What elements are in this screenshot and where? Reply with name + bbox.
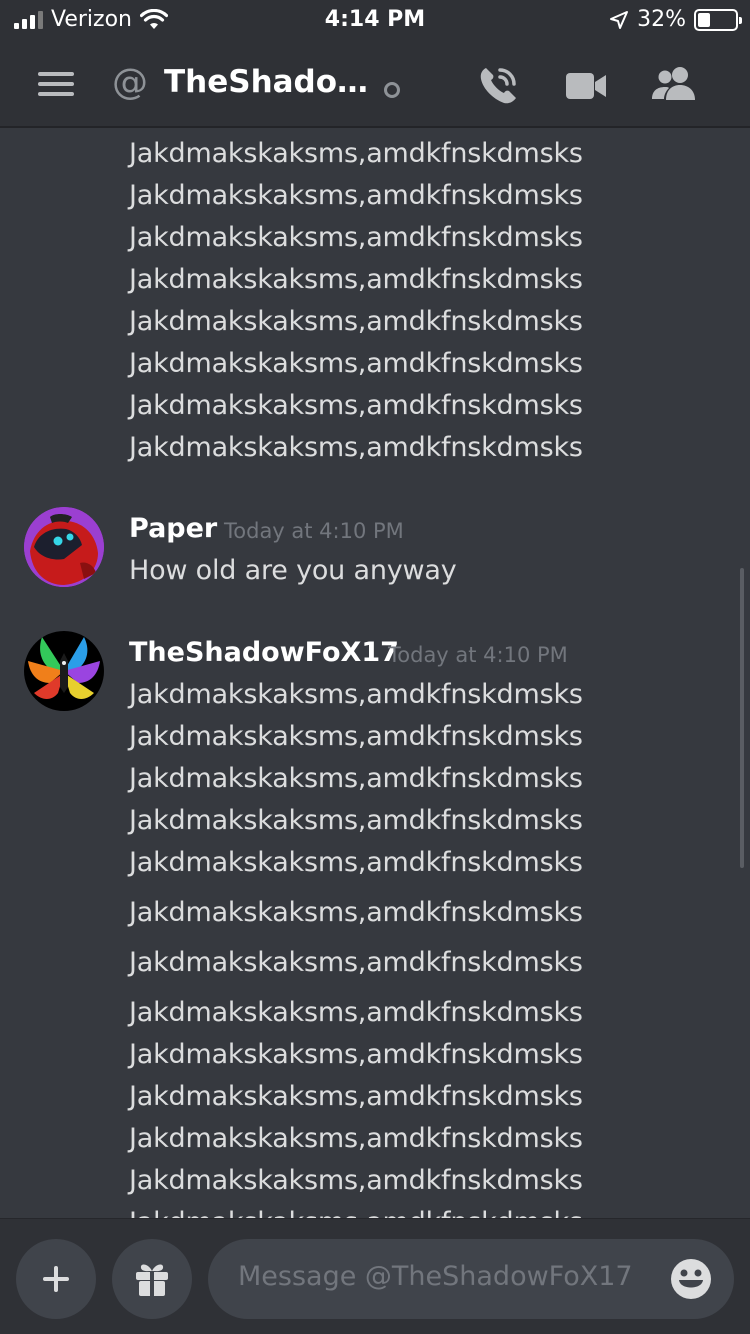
author-name[interactable]: TheShadowFoX17 — [129, 637, 399, 668]
battery-percent: 32% — [637, 7, 686, 32]
message-line: Jakdmakskaksms,amdkfnskdmsks — [129, 306, 583, 337]
author-name[interactable]: Paper — [129, 513, 217, 544]
message-input[interactable]: Message @TheShadowFoX17 — [208, 1239, 734, 1319]
composer-bar: Message @TheShadowFoX17 — [0, 1218, 750, 1334]
avatar-paper[interactable] — [24, 507, 104, 587]
message-line: Jakdmakskaksms,amdkfnskdmsks — [129, 847, 583, 878]
gift-button[interactable] — [112, 1239, 192, 1319]
message-line: Jakdmakskaksms,amdkfnskdmsks — [129, 997, 583, 1028]
message-timestamp: Today at 4:10 PM — [388, 643, 568, 667]
message-line: Jakdmakskaksms,amdkfnskdmsks — [129, 1123, 583, 1154]
menu-icon[interactable] — [38, 72, 74, 96]
message-line: Jakdmakskaksms,amdkfnskdmsks — [129, 390, 583, 421]
call-icon[interactable] — [476, 64, 520, 108]
message-input-placeholder: Message @TheShadowFoX17 — [238, 1261, 633, 1292]
at-icon: @ — [112, 62, 148, 103]
message-timestamp: Today at 4:10 PM — [224, 519, 404, 543]
message-line: Jakdmakskaksms,amdkfnskdmsks — [129, 222, 583, 253]
message-line: Jakdmakskaksms,amdkfnskdmsks — [129, 1207, 583, 1218]
channel-title[interactable]: TheShado… — [164, 64, 368, 100]
status-bar: Verizon 4:14 PM 32% — [0, 0, 750, 40]
location-arrow-icon — [610, 10, 629, 29]
add-attachment-button[interactable] — [16, 1239, 96, 1319]
message-list[interactable]: Jakdmakskaksms,amdkfnskdmsks Jakdmakskak… — [0, 130, 750, 1218]
status-right: 32% — [609, 7, 742, 32]
emoji-icon[interactable] — [670, 1258, 712, 1300]
message-line: Jakdmakskaksms,amdkfnskdmsks — [129, 432, 583, 463]
message-line: Jakdmakskaksms,amdkfnskdmsks — [129, 805, 583, 836]
avatar-theshadowfox17[interactable] — [24, 631, 104, 711]
plus-icon — [43, 1266, 69, 1292]
message-line: Jakdmakskaksms,amdkfnskdmsks — [129, 897, 583, 928]
video-icon[interactable] — [564, 70, 608, 102]
message-line: Jakdmakskaksms,amdkfnskdmsks — [129, 947, 583, 978]
message-line: Jakdmakskaksms,amdkfnskdmsks — [129, 138, 583, 169]
message-text: How old are you anyway — [129, 555, 457, 586]
message-line: Jakdmakskaksms,amdkfnskdmsks — [129, 721, 583, 752]
message-line: Jakdmakskaksms,amdkfnskdmsks — [129, 348, 583, 379]
message-line: Jakdmakskaksms,amdkfnskdmsks — [129, 1081, 583, 1112]
battery-icon — [694, 8, 742, 31]
message-line: Jakdmakskaksms,amdkfnskdmsks — [129, 264, 583, 295]
channel-header: @ TheShado… — [0, 40, 750, 128]
message-line: Jakdmakskaksms,amdkfnskdmsks — [129, 180, 583, 211]
avatar-paper-image — [24, 507, 104, 587]
message-line: Jakdmakskaksms,amdkfnskdmsks — [129, 1165, 583, 1196]
message-line: Jakdmakskaksms,amdkfnskdmsks — [129, 763, 583, 794]
offline-status-icon — [384, 82, 400, 98]
message-line: Jakdmakskaksms,amdkfnskdmsks — [129, 1039, 583, 1070]
gift-icon — [136, 1264, 168, 1296]
members-icon[interactable] — [650, 66, 698, 102]
avatar-theshadowfox17-image — [24, 631, 104, 711]
scrollbar[interactable] — [740, 568, 744, 868]
message-line: Jakdmakskaksms,amdkfnskdmsks — [129, 679, 583, 710]
